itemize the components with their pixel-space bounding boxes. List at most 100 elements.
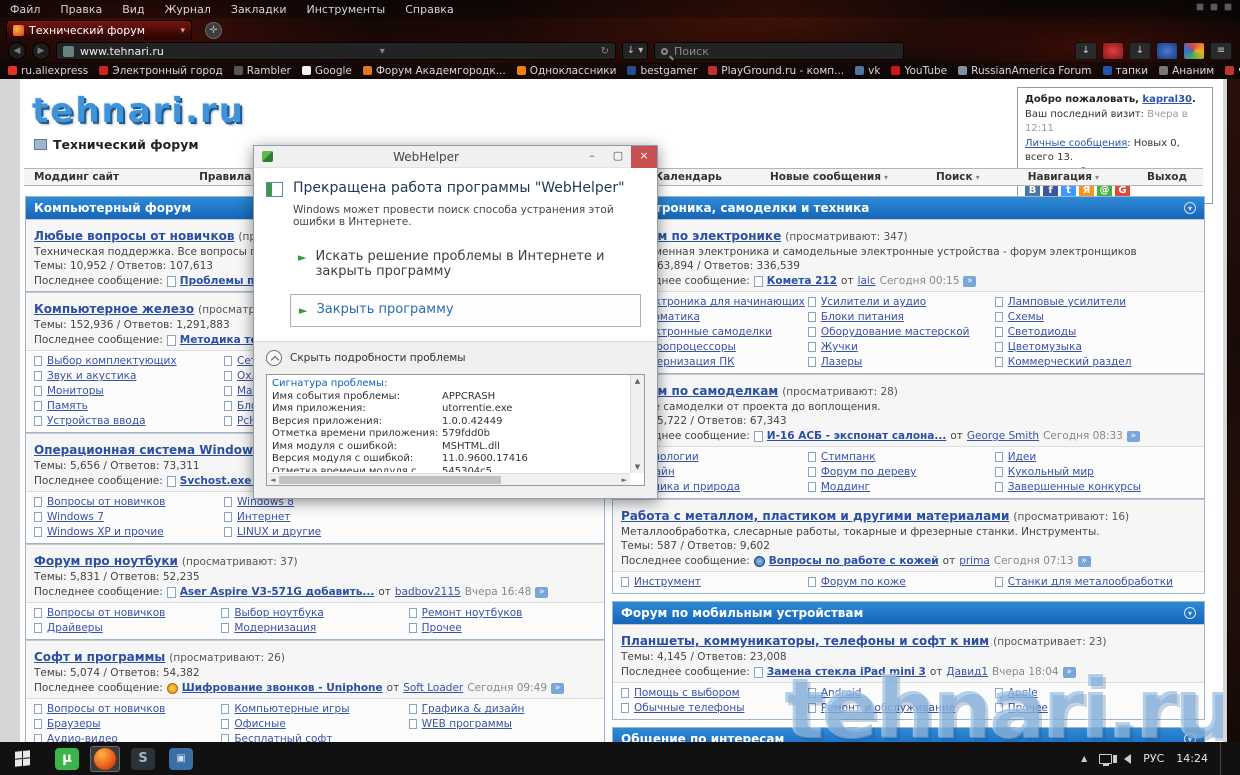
last-post-link[interactable]: Комета 212 — [767, 275, 837, 287]
subforum-link[interactable]: Прочее — [408, 622, 596, 634]
navbar-link[interactable]: Выход — [1147, 171, 1187, 183]
subforum-link[interactable]: Компьютерные игры — [221, 703, 408, 715]
tab-list-button[interactable]: ✛ — [205, 22, 222, 39]
subforum-link[interactable]: Блоки питания — [807, 311, 995, 323]
last-post-author-link[interactable]: Soft Loader — [403, 682, 463, 694]
download-arrow-icon[interactable]: ↓ — [1075, 42, 1097, 60]
navbar-link[interactable]: Календарь — [654, 171, 721, 183]
forum-title-link[interactable]: Любые вопросы от новичков — [34, 229, 234, 243]
dialog-maximize-button[interactable]: ▢ — [605, 146, 631, 168]
bookmark-item[interactable]: Ананим — [1159, 65, 1214, 77]
subforum-link[interactable]: Форум по дереву — [807, 466, 995, 478]
bookmark-item[interactable]: Электронный город — [99, 65, 223, 77]
menu-item[interactable]: Инструменты — [307, 3, 386, 16]
subforum-link[interactable]: LINUX и другие — [224, 526, 414, 538]
site-identity-icon[interactable] — [63, 45, 74, 57]
navbar-link[interactable]: Моддинг сайт — [34, 171, 119, 183]
bookmark-item[interactable]: чат — [1225, 65, 1240, 77]
subforum-link[interactable]: Прочее — [994, 702, 1182, 714]
details-horizontal-scrollbar[interactable]: ◄ ► — [267, 473, 630, 485]
taskbar-utorrent-icon[interactable]: µ — [52, 746, 82, 772]
subforum-link[interactable]: Усилители и аудио — [807, 296, 995, 308]
maximize-button[interactable] — [1210, 3, 1218, 11]
navbar-link[interactable]: Навигация ▾ — [1028, 171, 1099, 183]
subforum-link[interactable]: Аудио-видео — [34, 733, 221, 742]
last-post-arrow-icon[interactable]: » — [551, 682, 565, 694]
page-scrollbar[interactable] — [1227, 79, 1240, 742]
collapse-chevron-icon[interactable] — [266, 350, 282, 366]
forum-title-link[interactable]: Операционная система Windows — [34, 443, 260, 457]
search-bar[interactable]: Поиск — [654, 42, 904, 60]
last-post-link[interactable]: И-16 АСБ - экспонат салона... — [767, 430, 947, 442]
network-icon[interactable] — [1099, 753, 1113, 766]
site-logo[interactable]: tehnari.ru — [32, 91, 245, 131]
speaker-icon[interactable] — [1113, 753, 1132, 764]
bookmark-item[interactable]: vk — [855, 65, 880, 77]
last-post-arrow-icon[interactable]: » — [1126, 430, 1140, 442]
subforum-link[interactable]: Коммерческий раздел — [994, 356, 1182, 368]
subforum-link[interactable]: Форум по коже — [807, 576, 995, 588]
menu-item[interactable]: Правка — [60, 3, 102, 16]
subforum-link[interactable]: Идеи — [994, 451, 1182, 463]
forward-button[interactable]: ▶ — [32, 42, 50, 60]
navbar-link[interactable]: Правила — [199, 171, 251, 183]
navbar-link[interactable]: Новые сообщения ▾ — [770, 171, 888, 183]
dialog-minimize-button[interactable]: – — [579, 146, 605, 168]
search-solution-option[interactable]: ► Искать решение проблемы в Интернете и … — [290, 242, 641, 286]
subforum-link[interactable]: Вопросы от новичков — [34, 496, 224, 508]
subforum-link[interactable]: Модернизация — [221, 622, 408, 634]
subforum-link[interactable]: Лазеры — [807, 356, 995, 368]
bookmark-item[interactable]: Google — [301, 65, 352, 77]
subforum-link[interactable]: Завершенные конкурсы — [994, 481, 1182, 493]
taskbar-skype-icon[interactable]: S — [128, 746, 158, 772]
subforum-link[interactable]: WEB программы — [408, 718, 596, 730]
forum-title-link[interactable]: Софт и программы — [34, 650, 165, 664]
subforum-link[interactable]: Устройства ввода — [34, 415, 224, 427]
menu-icon[interactable]: ≡ — [1210, 42, 1232, 60]
category-header[interactable]: Электроника, самоделки и техника ▾ — [612, 196, 1205, 219]
addon-color-icon[interactable] — [1183, 42, 1205, 60]
close-program-option[interactable]: ► Закрыть программу — [290, 294, 641, 327]
bookmark-item[interactable]: RussianAmerica Forum — [958, 65, 1092, 77]
navbar-link[interactable]: Поиск ▾ — [936, 171, 980, 183]
bookmark-item[interactable]: тапки — [1102, 65, 1148, 77]
category-header[interactable]: Форум по мобильным устройствам ▾ — [612, 601, 1205, 624]
menu-item[interactable]: Вид — [122, 3, 144, 16]
subforum-link[interactable]: Моддинг — [807, 481, 995, 493]
back-button[interactable]: ◀ — [8, 42, 26, 60]
last-post-link[interactable]: Замена стекла iPad mini 3 — [767, 666, 926, 678]
details-vertical-scrollbar[interactable]: ▲ ▼ — [630, 375, 644, 473]
subforum-link[interactable]: Выбор ноутбука — [221, 607, 408, 619]
forum-title-link[interactable]: Компьютерное железо — [34, 302, 194, 316]
last-post-author-link[interactable]: prima — [959, 555, 990, 567]
minimize-button[interactable] — [1196, 3, 1204, 11]
reload-icon[interactable]: ↻ — [601, 46, 609, 57]
subforum-link[interactable]: Жучки — [807, 341, 995, 353]
subforum-link[interactable]: Вопросы от новичков — [34, 607, 221, 619]
subforum-link[interactable]: Светодиоды — [994, 326, 1182, 338]
last-post-author-link[interactable]: George Smith — [967, 430, 1039, 442]
forum-title-link[interactable]: Работа с металлом, пластиком и другими м… — [621, 509, 1009, 523]
subforum-link[interactable]: Мониторы — [34, 385, 224, 397]
subforum-link[interactable]: Цветомузыка — [994, 341, 1182, 353]
last-post-author-link[interactable]: laic — [858, 275, 876, 287]
menu-item[interactable]: Закладки — [231, 3, 287, 16]
bookmark-item[interactable]: Одноклассники — [516, 65, 616, 77]
tab-tehnari[interactable]: Технический форум ▾ — [6, 20, 192, 40]
subforum-link[interactable]: Графика & дизайн — [408, 703, 596, 715]
bookmark-item[interactable]: Форум Академгородк... — [362, 65, 506, 77]
last-post-author-link[interactable]: Давид1 — [946, 666, 988, 678]
subforum-link[interactable]: Память — [34, 400, 224, 412]
bookmark-item[interactable]: PlayGround.ru - комп... — [708, 65, 844, 77]
bookmark-item[interactable]: YouTube — [891, 65, 947, 77]
private-messages-link[interactable]: Личные сообщения — [1025, 138, 1127, 149]
show-desktop-button[interactable] — [1220, 742, 1226, 775]
chevron-down-icon[interactable]: ▾ — [380, 46, 385, 57]
menu-item[interactable]: Справка — [405, 3, 453, 16]
subforum-link[interactable]: Apple — [994, 687, 1182, 699]
bookmark-item[interactable]: Rambler — [233, 65, 291, 77]
subforum-link[interactable]: Звук и акустика — [34, 370, 224, 382]
subforum-link[interactable]: Вопросы от новичков — [34, 703, 221, 715]
last-post-link[interactable]: Aser Aspire V3-571G добавить... — [180, 586, 375, 598]
subforum-link[interactable]: Обычные телефоны — [621, 702, 808, 714]
